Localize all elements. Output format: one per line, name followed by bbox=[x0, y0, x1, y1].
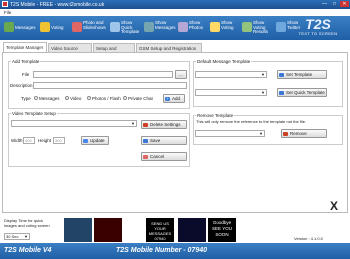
title-bar: T2S Mobile - FREE - www.t2smobile.co.uk … bbox=[0, 0, 350, 9]
remove-template-legend: Remove Template bbox=[197, 113, 234, 118]
window-title: T2S Mobile - FREE - www.t2smobile.co.uk bbox=[10, 1, 105, 8]
default-template-select[interactable]: ▼ bbox=[195, 71, 267, 78]
close-window-button[interactable]: ✕ bbox=[340, 1, 349, 7]
set-quick-template-button[interactable]: Set Quick Template bbox=[277, 88, 327, 97]
video-template-select[interactable]: ▼ bbox=[11, 120, 137, 127]
show-photos-icon bbox=[178, 22, 188, 32]
radio-private-chat[interactable] bbox=[123, 96, 127, 100]
file-label: File bbox=[22, 72, 30, 77]
remove-button[interactable]: Remove bbox=[281, 129, 327, 138]
photo-icon bbox=[72, 22, 82, 32]
thumbnail-1[interactable] bbox=[64, 218, 92, 242]
toolbar-photo-slideshows[interactable]: Photo and Slideshows bbox=[70, 18, 106, 38]
display-time-label: Display Time for quick images and voting… bbox=[4, 218, 50, 228]
height-label: Height bbox=[38, 138, 52, 143]
minimize-button[interactable]: — bbox=[320, 1, 329, 7]
toolbar-show-messages[interactable]: Show Messages bbox=[142, 18, 176, 38]
radio-video-label: Video bbox=[70, 96, 82, 101]
app-icon bbox=[2, 1, 8, 7]
radio-video[interactable] bbox=[65, 96, 69, 100]
cancel-icon bbox=[143, 154, 148, 159]
voting-results-icon bbox=[242, 22, 252, 32]
height-input[interactable]: 300 bbox=[53, 137, 65, 144]
chevron-down-icon: ▼ bbox=[259, 131, 263, 136]
browse-button[interactable]: ... bbox=[175, 70, 187, 79]
quick-template-icon bbox=[110, 22, 120, 32]
radio-private-chat-label: Private Chat bbox=[128, 96, 153, 101]
update-button[interactable]: Update bbox=[81, 136, 109, 145]
chevron-down-icon: ▼ bbox=[131, 121, 135, 126]
toolbar-show-quick-template[interactable]: Show Quick Template bbox=[108, 18, 140, 38]
display-time-select[interactable]: 30 Sec ▼ bbox=[4, 233, 30, 240]
toolbar-show-voting-results[interactable]: Show Voting Results bbox=[240, 18, 272, 38]
tab-setup-options[interactable]: Setup and Options bbox=[93, 43, 135, 60]
video-template-legend: Video Template Setup bbox=[12, 111, 56, 116]
remove-template-select[interactable]: ▼ bbox=[195, 130, 265, 137]
remove-note: This will only remove the reference to t… bbox=[196, 119, 307, 124]
quick-template-icon bbox=[279, 90, 284, 95]
quick-template-select[interactable]: ▼ bbox=[195, 89, 267, 96]
thumbnail-2[interactable] bbox=[94, 218, 122, 242]
show-voting-icon bbox=[210, 22, 220, 32]
twitter-icon bbox=[276, 22, 286, 32]
tab-bar: Template Manager Video Source Setup Setu… bbox=[0, 41, 350, 60]
description-input[interactable] bbox=[33, 82, 187, 89]
template-icon bbox=[279, 72, 284, 77]
radio-messages-label: Messages bbox=[39, 96, 60, 101]
maximize-button[interactable]: □ bbox=[330, 1, 339, 7]
voting-icon bbox=[40, 22, 50, 32]
tab-template-manager[interactable]: Template Manager bbox=[3, 42, 47, 52]
plus-icon: + bbox=[165, 95, 170, 101]
add-template-legend: Add Template bbox=[12, 59, 40, 64]
delete-icon bbox=[143, 122, 148, 127]
radio-photos-flash[interactable] bbox=[87, 96, 91, 100]
description-label: Description bbox=[10, 83, 33, 88]
thumbnail-5[interactable]: Goodbye SEE YOU SOON bbox=[208, 218, 236, 242]
status-bar: T2S Mobile V4 T2S Mobile Number - 07940 bbox=[0, 243, 350, 259]
t2s-logo: T2S TEXT TO SCREEN bbox=[298, 16, 338, 36]
version-label: Version : 4.1.0.0 bbox=[294, 236, 323, 241]
status-center: T2S Mobile Number - 07940 bbox=[116, 247, 208, 254]
menu-file[interactable]: File bbox=[4, 10, 11, 15]
chevron-down-icon: ▼ bbox=[261, 72, 265, 77]
save-button[interactable]: Save bbox=[141, 136, 187, 145]
status-left: T2S Mobile V4 bbox=[4, 247, 52, 254]
toolbar-show-twitter[interactable]: Show Twitter bbox=[274, 18, 300, 38]
toolbar-show-photos[interactable]: Show Photos bbox=[176, 18, 206, 38]
close-x-button[interactable]: X bbox=[324, 199, 344, 213]
tab-video-source-setup[interactable]: Video Source Setup bbox=[48, 43, 92, 60]
width-label: Width bbox=[11, 138, 23, 143]
messages-icon bbox=[4, 22, 14, 32]
thumbnail-4[interactable] bbox=[178, 218, 206, 242]
toolbar-voting[interactable]: Voting bbox=[38, 18, 68, 38]
thumbnail-3[interactable]: SEND US YOUR MESSAGES 07940 bbox=[146, 218, 174, 242]
type-label: Type bbox=[21, 96, 31, 101]
default-message-legend: Default Message Template bbox=[197, 59, 251, 64]
radio-messages[interactable] bbox=[34, 96, 38, 100]
remove-icon bbox=[283, 131, 288, 136]
menu-bar: File bbox=[0, 9, 350, 16]
tab-gsm-setup[interactable]: GSM Setup and Registration bbox=[136, 43, 202, 52]
delete-settings-button[interactable]: Delete Settings bbox=[141, 120, 187, 129]
template-manager-panel: Add Template File ... Description Type M… bbox=[2, 52, 348, 213]
toolbar-show-voting[interactable]: Show Voting bbox=[208, 18, 238, 38]
toolbar-messages[interactable]: Messages bbox=[2, 18, 36, 38]
width-input[interactable]: 400 bbox=[23, 137, 35, 144]
set-template-button[interactable]: Set Template bbox=[277, 70, 327, 79]
cancel-button[interactable]: Cancel bbox=[141, 152, 187, 161]
chevron-down-icon: ▼ bbox=[261, 90, 265, 95]
file-input[interactable] bbox=[33, 71, 173, 78]
default-message-group: Default Message Template bbox=[193, 59, 343, 107]
chevron-down-icon: ▼ bbox=[24, 234, 28, 239]
add-button[interactable]: + Add bbox=[163, 94, 185, 103]
save-icon bbox=[143, 138, 148, 143]
show-messages-icon bbox=[144, 22, 154, 32]
radio-photos-flash-label: Photos / Flash bbox=[92, 96, 121, 101]
update-icon bbox=[83, 138, 88, 143]
